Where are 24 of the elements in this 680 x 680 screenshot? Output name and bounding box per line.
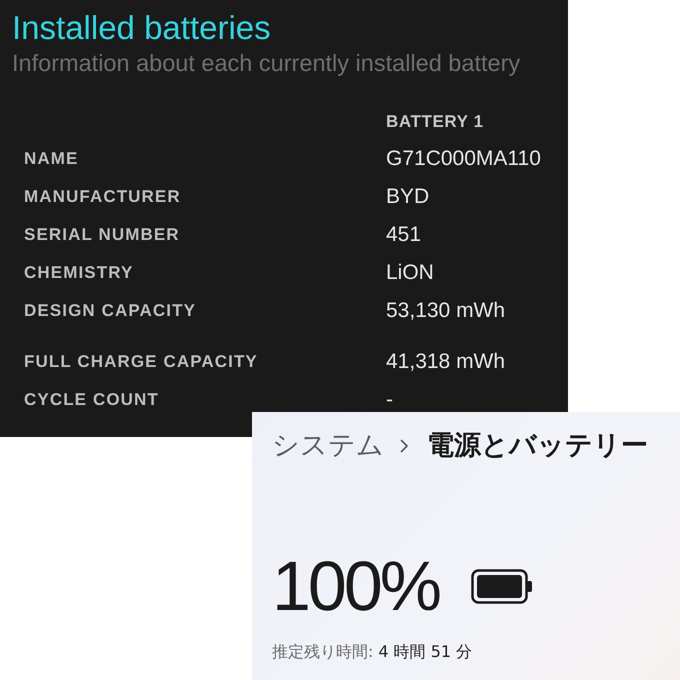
row-label: CYCLE COUNT	[24, 389, 159, 411]
report-title: Installed batteries	[12, 9, 272, 47]
row-value: LiON	[386, 260, 434, 286]
row-value: 41,318 mWh	[386, 349, 506, 375]
row-value: BYD	[386, 184, 430, 210]
row-label: NAME	[24, 148, 78, 170]
column-header: BATTERY 1	[386, 111, 484, 133]
estimate-value: 4 時間 51 分	[378, 642, 472, 663]
charge-percentage: 100%	[272, 550, 440, 622]
report-subtitle: Information about each currently installed battery	[12, 49, 522, 77]
row-value: 451	[386, 222, 422, 248]
row-value: G71C000MA110	[386, 146, 541, 172]
row-value: -	[386, 387, 393, 413]
estimate-label: 推定残り時間:	[272, 642, 374, 663]
row-label: DESIGN CAPACITY	[24, 300, 196, 322]
chevron-icon	[400, 439, 409, 453]
breadcrumb-link[interactable]: システム	[272, 428, 384, 464]
row-label: SERIAL NUMBER	[24, 224, 180, 246]
row-label: CHEMISTRY	[24, 262, 134, 284]
row-value: 53,130 mWh	[386, 298, 506, 324]
breadcrumb-current: 電源とバッテリー	[427, 429, 648, 463]
battery-icon	[471, 568, 534, 604]
row-label: FULL CHARGE CAPACITY	[24, 351, 258, 373]
row-label: MANUFACTURER	[24, 186, 181, 208]
